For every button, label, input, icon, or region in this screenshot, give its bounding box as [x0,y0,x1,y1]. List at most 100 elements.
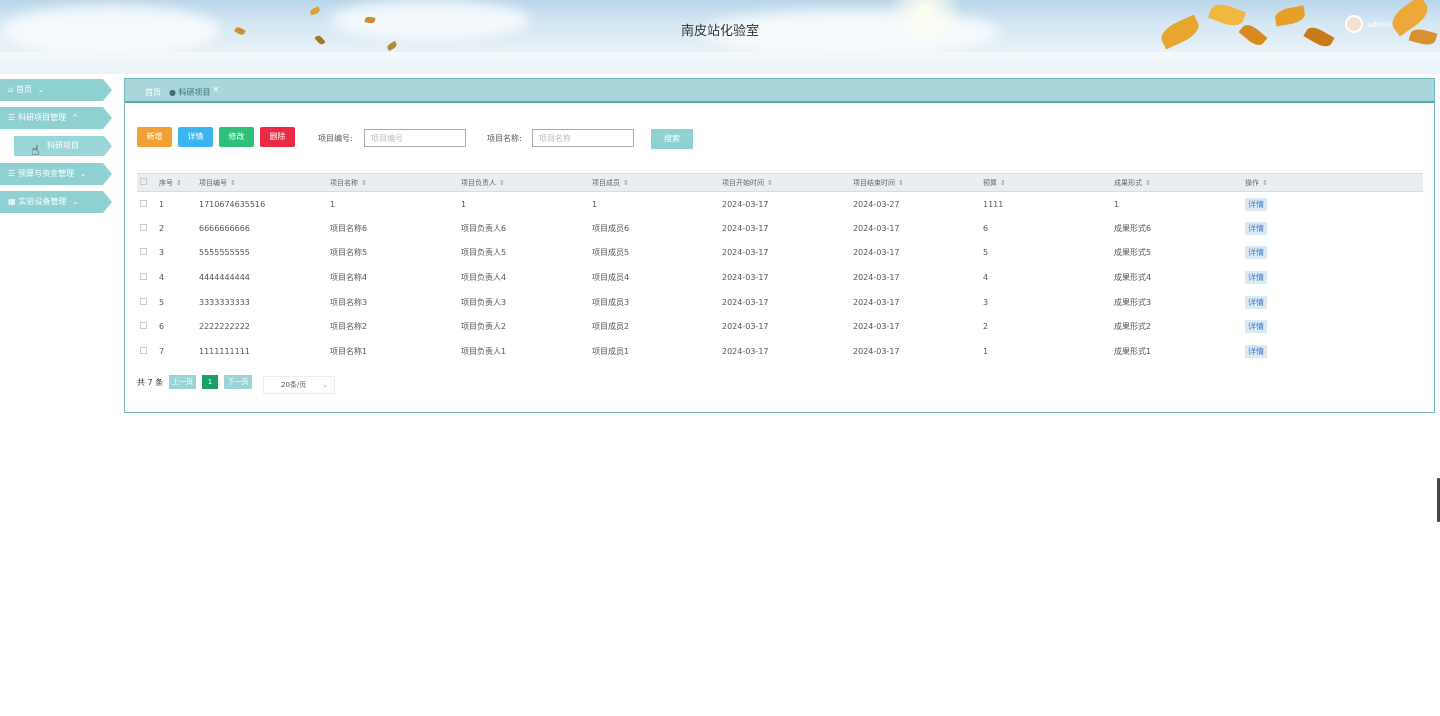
table-cell: 2024-03-17 [722,223,769,233]
project-code-input[interactable] [364,129,466,147]
row-detail-button[interactable]: 详情 [1245,320,1267,334]
table-cell: 3 [983,297,989,307]
sort-icon[interactable]: ⇕ [1145,179,1151,187]
col-header-label: 项目开始时间 [722,178,764,187]
prev-page-button[interactable]: 上一页 [169,375,196,389]
table-cell: 项目名称2 [330,322,368,332]
table-cell: 2024-03-17 [722,199,769,209]
tab-home[interactable]: 首页 [145,87,161,98]
sort-icon[interactable]: ⇕ [176,179,182,187]
sidebar-item-research[interactable]: ☰ 科研项目管理 ^ [0,107,112,129]
table-cell: 详情 [1245,265,1423,290]
col-header[interactable]: 项目成员 ⇕ [592,173,722,192]
search-button[interactable]: 搜索 [651,129,693,149]
row-detail-button[interactable]: 详情 [1245,246,1267,260]
row-detail-button[interactable]: 详情 [1245,344,1267,358]
row-detail-button[interactable]: 详情 [1245,295,1267,309]
page-size-select[interactable]: 20条/页 ⌄ [263,376,335,394]
col-header[interactable]: 操作 ⇕ [1245,173,1423,192]
sidebar-item-label: 科研项目管理 [18,113,67,122]
tab-projects[interactable]: ● 科研项目 [169,87,211,98]
col-header[interactable]: 项目编号 ⇕ [199,173,330,192]
table-cell: 项目名称4 [330,273,368,283]
row-select-cell [137,216,159,241]
add-button[interactable]: 新增 [137,127,172,147]
table-cell: 4444444444 [199,273,250,283]
header-select-cell [137,173,159,192]
sort-icon[interactable]: ⇕ [1000,179,1006,187]
table-cell: 2024-03-17 [853,297,900,307]
col-header[interactable]: 项目结束时间 ⇕ [853,173,983,192]
row-checkbox[interactable] [140,273,147,281]
page-number-button[interactable]: 1 [202,375,218,389]
row-checkbox[interactable] [140,297,147,305]
sidebar-item-equipment[interactable]: ▦ 实验设备管理 ⌄ [0,191,112,213]
table-cell: 项目成员1 [592,346,630,356]
col-header[interactable]: 序号 ⇕ [159,173,199,192]
row-select-cell [137,339,159,364]
username[interactable]: admin [1367,20,1392,29]
sidebar-item-budget[interactable]: ☰ 预算与资金管理 ⌄ [0,163,112,185]
table-cell: 1 [592,199,598,209]
table-cell: 详情 [1245,216,1423,241]
row-checkbox[interactable] [140,223,147,231]
detail-button[interactable]: 详情 [178,127,213,147]
edit-button[interactable]: 修改 [219,127,254,147]
table-cell: 详情 [1245,241,1423,266]
sidebar-item-home[interactable]: ⌂ 首页 ⌄ [0,79,112,101]
row-checkbox[interactable] [140,248,147,256]
table-row[interactable]: 4 4444444444 项目名称4 项目负责人4 项目成员4 2024-03-17 202… [137,265,1423,290]
sort-icon[interactable]: ⇕ [1262,179,1268,187]
table-cell: 1111111111 [199,346,250,356]
hand-cursor-icon: ☝ [31,143,40,159]
sort-icon[interactable]: ⇕ [230,179,236,187]
projects-table: 序号 ⇕ 项目编号 ⇕ 项目名称 ⇕ 项目负责人 ⇕ 项目成员 ⇕ 项目开始时间 ⇕ 项目结… [137,173,1423,364]
next-page-button[interactable]: 下一页 [224,375,252,389]
sort-icon[interactable]: ⇕ [499,179,505,187]
total-count: 共 7 条 [137,378,164,387]
select-all-checkbox[interactable] [140,178,147,185]
sort-icon[interactable]: ⇕ [361,179,367,187]
row-checkbox[interactable] [140,322,147,330]
table-cell: 6 [983,223,989,233]
sidebar-item-label: 实验设备管理 [18,197,67,206]
leaf-decoration [309,6,321,16]
table-cell: 2024-03-17 [722,248,769,258]
sort-icon[interactable]: ⇕ [898,179,904,187]
row-detail-button[interactable]: 详情 [1245,271,1267,285]
project-name-input[interactable] [532,129,634,147]
table-row[interactable]: 6 2222222222 项目名称2 项目负责人2 项目成员2 2024-03-17 202… [137,314,1423,339]
table-row[interactable]: 1 1710674635516 1 1 1 2024-03-17 2024-03-27 111… [137,192,1423,217]
row-detail-button[interactable]: 详情 [1245,221,1267,235]
row-select-cell [137,314,159,339]
row-select-cell [137,192,159,217]
table-row[interactable]: 2 6666666666 项目名称6 项目负责人6 项目成员6 2024-03-17 202… [137,216,1423,241]
col-header-label: 预算 [983,178,997,187]
col-header[interactable]: 项目名称 ⇕ [330,173,461,192]
col-header-label: 项目成员 [592,178,620,187]
close-icon[interactable]: × [212,85,220,95]
col-header[interactable]: 项目开始时间 ⇕ [722,173,853,192]
avatar[interactable] [1345,15,1363,33]
col-header[interactable]: 预算 ⇕ [983,173,1114,192]
table-cell: 项目名称6 [330,223,368,233]
table-cell: 项目成员5 [592,248,630,258]
row-checkbox[interactable] [140,346,147,354]
table-cell: 1 [983,346,989,356]
table-cell: 1 [461,199,467,209]
sidebar-subitem-projects[interactable]: 科研项目 [14,136,112,156]
sort-icon[interactable]: ⇕ [623,179,629,187]
table-cell: 2024-03-17 [722,346,769,356]
chevron-down-icon: ⌄ [322,381,328,389]
col-header[interactable]: 项目负责人 ⇕ [461,173,592,192]
table-row[interactable]: 5 3333333333 项目名称3 项目负责人3 项目成员3 2024-03-17 202… [137,290,1423,315]
table-row[interactable]: 3 5555555555 项目名称5 项目负责人5 项目成员5 2024-03-17 202… [137,241,1423,266]
delete-button[interactable]: 删除 [260,127,295,147]
row-detail-button[interactable]: 详情 [1245,197,1267,211]
table-cell: 2024-03-17 [722,297,769,307]
main-panel: 首页 ● 科研项目 × 新增 详情 修改 删除 项目编号: 项目名称: 搜索 序… [124,78,1435,413]
row-checkbox[interactable] [140,199,147,207]
table-row[interactable]: 7 1111111111 项目名称1 项目负责人1 项目成员1 2024-03-17 202… [137,339,1423,364]
sort-icon[interactable]: ⇕ [767,179,773,187]
col-header[interactable]: 成果形式 ⇕ [1114,173,1245,192]
